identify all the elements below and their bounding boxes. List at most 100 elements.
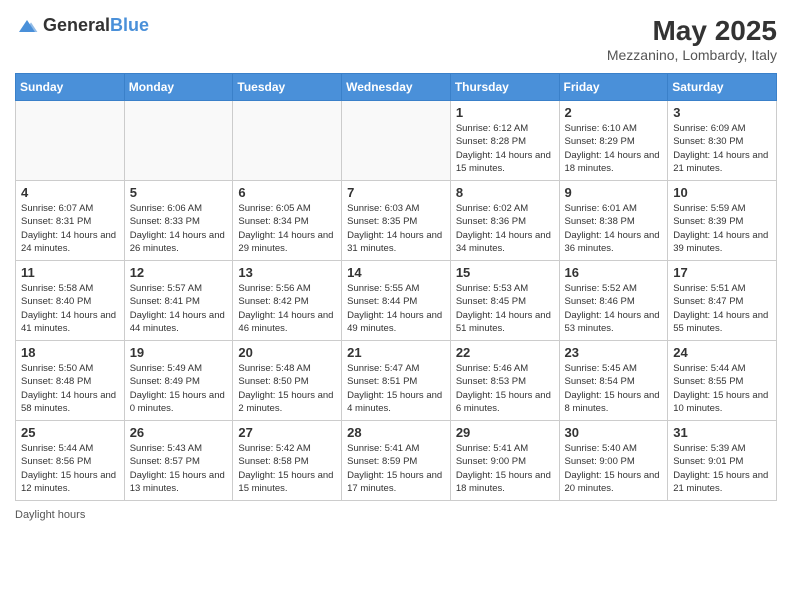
calendar-cell: 6Sunrise: 6:05 AM Sunset: 8:34 PM Daylig… (233, 181, 342, 261)
day-info: Sunrise: 5:56 AM Sunset: 8:42 PM Dayligh… (238, 282, 336, 335)
col-header-friday: Friday (559, 74, 668, 101)
calendar-cell: 20 Sunrise: 5:48 AM Sunset: 8:50 PM Dayli… (233, 341, 342, 421)
day-info: Sunrise: 5:55 AM Sunset: 8:44 PM Dayligh… (347, 282, 445, 335)
day-number: 26 (130, 425, 228, 440)
day-number: 27 (238, 425, 336, 440)
calendar-cell: 15 Sunrise: 5:53 AM Sunset: 8:45 PM Dayli… (450, 261, 559, 341)
calendar-cell: 24Sunrise: 5:44 AM Sunset: 8:55 PM Dayli… (668, 341, 777, 421)
day-info: Sunrise: 6:02 AM Sunset: 8:36 PM Dayligh… (456, 202, 554, 255)
day-number: 25 (21, 425, 119, 440)
calendar-cell: 13Sunrise: 5:56 AM Sunset: 8:42 PM Dayli… (233, 261, 342, 341)
calendar-cell (16, 101, 125, 181)
day-number: 30 (565, 425, 663, 440)
day-number: 12 (130, 265, 228, 280)
calendar-cell: 5 Sunrise: 6:06 AM Sunset: 8:33 PM Daylig… (124, 181, 233, 261)
calendar-cell: 26 Sunrise: 5:43 AM Sunset: 8:57 PM Dayli… (124, 421, 233, 501)
calendar-cell: 22 Sunrise: 5:46 AM Sunset: 8:53 PM Dayli… (450, 341, 559, 421)
week-row-2: 4 Sunrise: 6:07 AM Sunset: 8:31 PM Daylig… (16, 181, 777, 261)
day-number: 15 (456, 265, 554, 280)
day-info: Sunrise: 6:10 AM Sunset: 8:29 PM Dayligh… (565, 122, 663, 175)
day-headers-row: SundayMondayTuesdayWednesdayThursdayFrid… (16, 74, 777, 101)
calendar-cell: 7Sunrise: 6:03 AM Sunset: 8:35 PM Daylig… (342, 181, 451, 261)
day-info: Sunrise: 6:09 AM Sunset: 8:30 PM Dayligh… (673, 122, 771, 175)
day-number: 31 (673, 425, 771, 440)
day-info: Sunrise: 5:41 AM Sunset: 9:00 PM Dayligh… (456, 442, 554, 495)
day-info: Sunrise: 5:57 AM Sunset: 8:41 PM Dayligh… (130, 282, 228, 335)
day-info: Sunrise: 5:50 AM Sunset: 8:48 PM Dayligh… (21, 362, 119, 415)
day-number: 7 (347, 185, 445, 200)
month-year-title: May 2025 (607, 15, 777, 47)
day-number: 14 (347, 265, 445, 280)
day-info: Sunrise: 5:42 AM Sunset: 8:58 PM Dayligh… (238, 442, 336, 495)
day-number: 5 (130, 185, 228, 200)
day-info: Sunrise: 6:12 AM Sunset: 8:28 PM Dayligh… (456, 122, 554, 175)
day-info: Sunrise: 5:41 AM Sunset: 8:59 PM Dayligh… (347, 442, 445, 495)
day-info: Sunrise: 6:06 AM Sunset: 8:33 PM Dayligh… (130, 202, 228, 255)
calendar-cell: 27 Sunrise: 5:42 AM Sunset: 8:58 PM Dayli… (233, 421, 342, 501)
calendar-cell: 3 Sunrise: 6:09 AM Sunset: 8:30 PM Daylig… (668, 101, 777, 181)
day-info: Sunrise: 5:46 AM Sunset: 8:53 PM Dayligh… (456, 362, 554, 415)
title-block: May 2025 Mezzanino, Lombardy, Italy (607, 15, 777, 63)
day-number: 20 (238, 345, 336, 360)
week-row-4: 18Sunrise: 5:50 AM Sunset: 8:48 PM Dayli… (16, 341, 777, 421)
day-number: 17 (673, 265, 771, 280)
logo: GeneralBlue (15, 15, 149, 36)
calendar-cell: 29 Sunrise: 5:41 AM Sunset: 9:00 PM Dayli… (450, 421, 559, 501)
day-info: Sunrise: 5:48 AM Sunset: 8:50 PM Dayligh… (238, 362, 336, 415)
day-number: 16 (565, 265, 663, 280)
day-info: Sunrise: 5:53 AM Sunset: 8:45 PM Dayligh… (456, 282, 554, 335)
day-number: 29 (456, 425, 554, 440)
location-subtitle: Mezzanino, Lombardy, Italy (607, 47, 777, 63)
week-row-3: 11Sunrise: 5:58 AM Sunset: 8:40 PM Dayli… (16, 261, 777, 341)
day-number: 9 (565, 185, 663, 200)
day-number: 21 (347, 345, 445, 360)
calendar-cell: 14 Sunrise: 5:55 AM Sunset: 8:44 PM Dayli… (342, 261, 451, 341)
day-number: 22 (456, 345, 554, 360)
calendar-cell: 11Sunrise: 5:58 AM Sunset: 8:40 PM Dayli… (16, 261, 125, 341)
calendar-cell: 18Sunrise: 5:50 AM Sunset: 8:48 PM Dayli… (16, 341, 125, 421)
calendar-cell (342, 101, 451, 181)
calendar-cell: 9 Sunrise: 6:01 AM Sunset: 8:38 PM Daylig… (559, 181, 668, 261)
calendar-cell: 2Sunrise: 6:10 AM Sunset: 8:29 PM Daylig… (559, 101, 668, 181)
week-row-5: 25 Sunrise: 5:44 AM Sunset: 8:56 PM Dayli… (16, 421, 777, 501)
calendar-cell: 23 Sunrise: 5:45 AM Sunset: 8:54 PM Dayli… (559, 341, 668, 421)
logo-icon (15, 16, 39, 36)
calendar-cell: 10Sunrise: 5:59 AM Sunset: 8:39 PM Dayli… (668, 181, 777, 261)
calendar-cell: 17 Sunrise: 5:51 AM Sunset: 8:47 PM Dayli… (668, 261, 777, 341)
calendar-cell: 25 Sunrise: 5:44 AM Sunset: 8:56 PM Dayli… (16, 421, 125, 501)
day-info: Sunrise: 6:01 AM Sunset: 8:38 PM Dayligh… (565, 202, 663, 255)
day-info: Sunrise: 5:59 AM Sunset: 8:39 PM Dayligh… (673, 202, 771, 255)
logo-blue: Blue (110, 15, 149, 35)
day-number: 19 (130, 345, 228, 360)
day-number: 3 (673, 105, 771, 120)
col-header-wednesday: Wednesday (342, 74, 451, 101)
day-info: Sunrise: 5:44 AM Sunset: 8:56 PM Dayligh… (21, 442, 119, 495)
calendar-cell (124, 101, 233, 181)
day-number: 8 (456, 185, 554, 200)
day-number: 28 (347, 425, 445, 440)
day-info: Sunrise: 5:51 AM Sunset: 8:47 PM Dayligh… (673, 282, 771, 335)
day-info: Sunrise: 5:39 AM Sunset: 9:01 PM Dayligh… (673, 442, 771, 495)
footer-label: Daylight hours (15, 509, 85, 521)
week-row-1: 1Sunrise: 6:12 AM Sunset: 8:28 PM Daylig… (16, 101, 777, 181)
day-number: 4 (21, 185, 119, 200)
logo-general: General (43, 15, 110, 35)
calendar-cell: 8 Sunrise: 6:02 AM Sunset: 8:36 PM Daylig… (450, 181, 559, 261)
day-info: Sunrise: 6:07 AM Sunset: 8:31 PM Dayligh… (21, 202, 119, 255)
col-header-tuesday: Tuesday (233, 74, 342, 101)
day-info: Sunrise: 5:52 AM Sunset: 8:46 PM Dayligh… (565, 282, 663, 335)
day-number: 23 (565, 345, 663, 360)
calendar-cell: 12 Sunrise: 5:57 AM Sunset: 8:41 PM Dayli… (124, 261, 233, 341)
day-info: Sunrise: 5:43 AM Sunset: 8:57 PM Dayligh… (130, 442, 228, 495)
day-number: 24 (673, 345, 771, 360)
calendar-cell: 28 Sunrise: 5:41 AM Sunset: 8:59 PM Dayli… (342, 421, 451, 501)
day-number: 11 (21, 265, 119, 280)
calendar-cell: 30Sunrise: 5:40 AM Sunset: 9:00 PM Dayli… (559, 421, 668, 501)
calendar-cell: 19Sunrise: 5:49 AM Sunset: 8:49 PM Dayli… (124, 341, 233, 421)
calendar-cell: 16 Sunrise: 5:52 AM Sunset: 8:46 PM Dayli… (559, 261, 668, 341)
day-info: Sunrise: 6:05 AM Sunset: 8:34 PM Dayligh… (238, 202, 336, 255)
page-header: GeneralBlue May 2025 Mezzanino, Lombardy… (15, 15, 777, 63)
footer: Daylight hours (15, 509, 777, 521)
col-header-thursday: Thursday (450, 74, 559, 101)
day-info: Sunrise: 5:45 AM Sunset: 8:54 PM Dayligh… (565, 362, 663, 415)
